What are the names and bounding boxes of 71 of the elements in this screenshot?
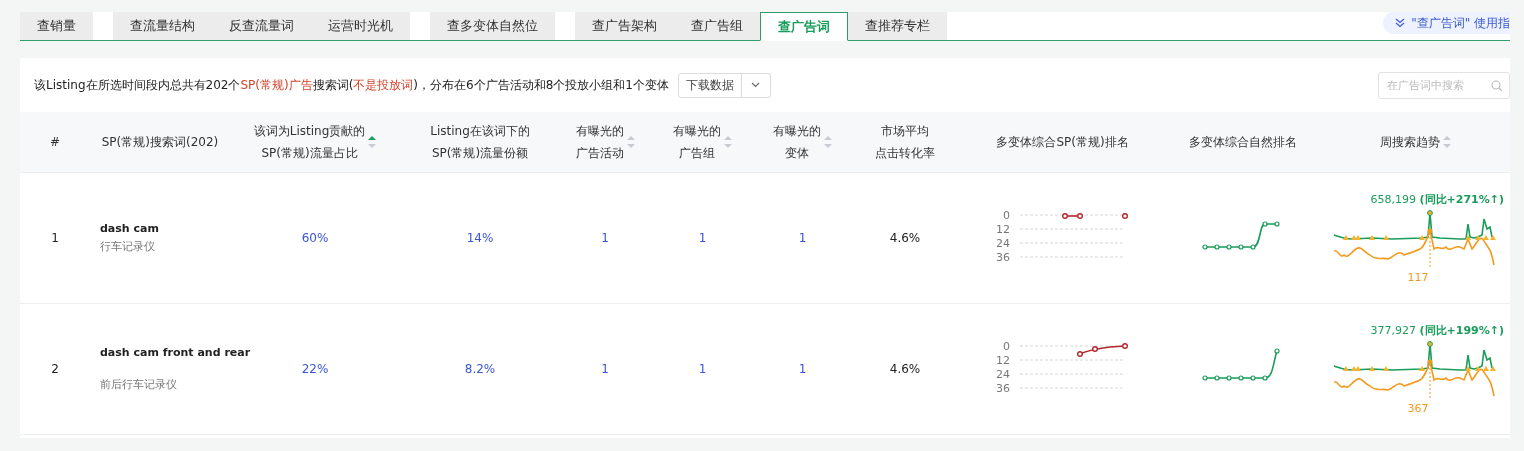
column-header: 多变体综合自然排名	[1188, 134, 1297, 151]
rank-line	[1076, 343, 1128, 357]
count-link[interactable]: 1	[798, 362, 807, 376]
tab[interactable]: 查广告组	[674, 12, 760, 40]
rank-line	[1061, 213, 1128, 219]
axis-label: 12	[995, 223, 1010, 236]
axis-label: 0	[1002, 209, 1010, 222]
summary-text: 该Listing在所选时间段内总共有202个SP(常规)广告搜索词(不是投放词)，分布在6个广告活动和8个投放小组和1个变体	[34, 76, 669, 94]
trend-value: 367	[1407, 402, 1429, 415]
table-cell: 4.6%	[889, 362, 921, 376]
dropdown-button[interactable]	[741, 72, 771, 98]
guide-link[interactable]: "查广告词" 使用指	[1383, 12, 1510, 34]
axis-label: 24	[995, 368, 1010, 381]
count-link[interactable]: 1	[798, 231, 807, 245]
sort-icon[interactable]	[1442, 135, 1451, 149]
table-cell: 22%	[301, 362, 329, 376]
sort-icon[interactable]	[724, 135, 732, 149]
search-volume: 658,199 (同比+271%↑)	[1370, 192, 1504, 207]
tab[interactable]: 查推荐专栏	[848, 12, 947, 40]
axis-label: 36	[995, 382, 1010, 395]
trend-value: 117	[1407, 271, 1429, 284]
term-translation: 前后行车记录仪	[100, 377, 177, 392]
table-cell: 14%	[466, 231, 494, 245]
tab[interactable]: 反查流量词	[212, 12, 311, 40]
column-header: 周搜索趋势	[1379, 134, 1440, 151]
column-header: 广告组	[679, 145, 715, 162]
tab[interactable]: 查流量结构	[113, 12, 212, 40]
count-link[interactable]: 1	[601, 231, 609, 245]
column-header: SP(常规)流量份额	[431, 145, 529, 162]
caret-icon	[751, 82, 761, 88]
table-cell: 8.2%	[464, 362, 496, 376]
search-icon	[1491, 79, 1503, 92]
tab[interactable]: 查广告词	[760, 12, 848, 41]
tab[interactable]: 查销量	[20, 12, 93, 40]
search-volume: 377,927 (同比+199%↑)	[1370, 323, 1504, 338]
column-header: 变体	[785, 145, 809, 162]
count-link[interactable]: 1	[601, 362, 609, 376]
column-header: 市场平均	[881, 123, 929, 140]
column-header: 点击转化率	[875, 145, 935, 162]
column-header: Listing在该词下的	[430, 123, 530, 140]
row-number: 1	[51, 231, 59, 245]
axis-label: 36	[995, 251, 1010, 264]
search-field[interactable]: 在广告词中搜索	[1378, 71, 1510, 99]
search-term: dash cam	[100, 222, 159, 235]
count-link[interactable]: 1	[698, 362, 707, 376]
column-header: 该词为Listing贡献的	[253, 123, 366, 140]
axis-label: 0	[1002, 340, 1010, 353]
table-cell: 4.6%	[889, 231, 921, 245]
column-header: 多变体综合SP(常规)排名	[996, 134, 1129, 151]
table-cell: 60%	[301, 231, 329, 245]
sort-icon[interactable]	[824, 135, 832, 149]
column-header: SP(常规)搜索词(202)	[101, 134, 219, 151]
column-header: 有曝光的	[673, 123, 721, 140]
column-header: 有曝光的	[575, 123, 624, 140]
term-translation: 行车记录仪	[100, 239, 155, 254]
sort-icon[interactable]	[626, 135, 635, 149]
axis-label: 12	[995, 354, 1010, 367]
tab[interactable]: 运营时光机	[311, 12, 410, 40]
column-header: 有曝光的	[773, 123, 821, 140]
tab[interactable]: 查多变体自然位	[430, 12, 555, 40]
search-term: dash cam front and rear	[100, 346, 251, 359]
count-link[interactable]: 1	[698, 231, 707, 245]
row-number: 2	[51, 362, 59, 376]
column-header: 广告活动	[575, 145, 624, 162]
double-chevron-icon	[1395, 18, 1406, 28]
download-button[interactable]: 下载数据	[677, 72, 742, 98]
tab[interactable]: 查广告架构	[575, 12, 674, 40]
column-header: #	[49, 134, 61, 151]
sort-icon[interactable]	[368, 135, 377, 149]
axis-label: 24	[995, 237, 1010, 250]
column-header: SP(常规)流量占比	[261, 145, 358, 162]
